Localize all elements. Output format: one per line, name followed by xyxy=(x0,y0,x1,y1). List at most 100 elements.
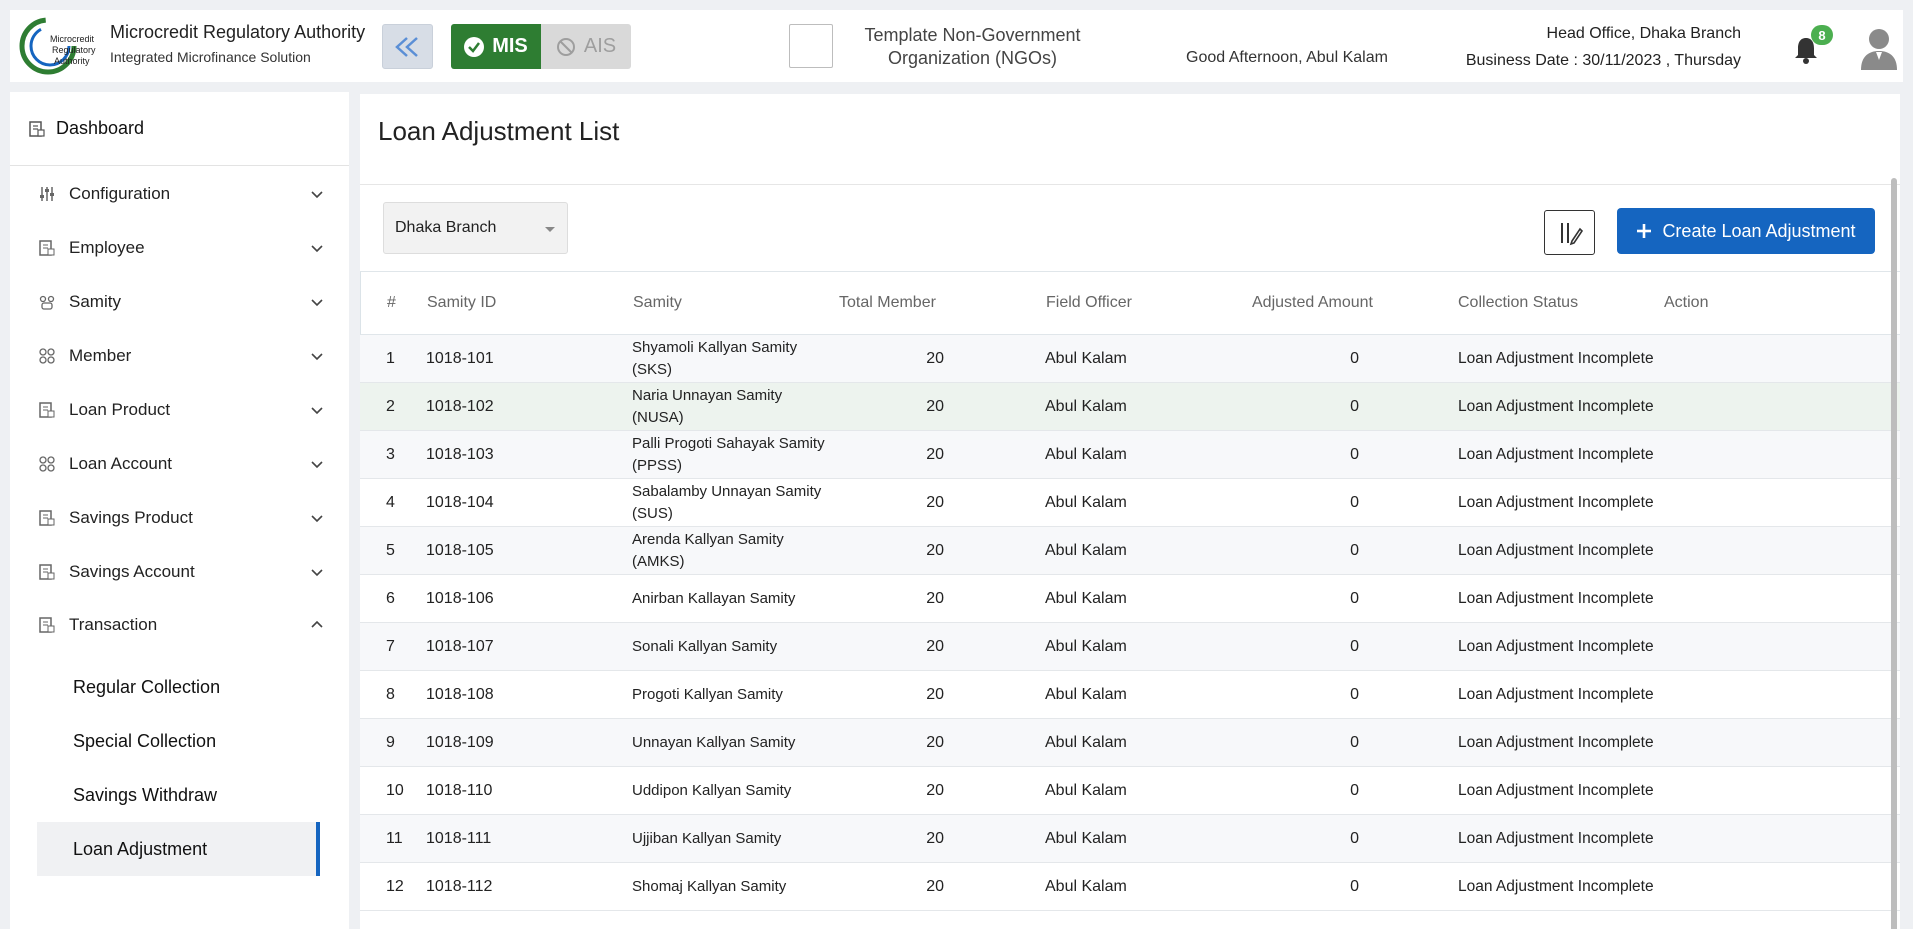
table-row[interactable]: 10 1018-110 Uddipon Kallyan Samity 20 Abul K… xyxy=(360,767,1900,815)
total-member-cell: 20 xyxy=(926,494,944,511)
sidebar-item-employee[interactable]: Employee xyxy=(10,221,349,275)
adjusted-amount-cell: 0 xyxy=(1350,878,1359,895)
total-member-cell: 20 xyxy=(926,398,944,415)
sidebar-item-configuration[interactable]: Configuration xyxy=(10,167,349,221)
action-cell[interactable] xyxy=(1668,815,1768,863)
table-row[interactable]: 12 1018-112 Shomaj Kallyan Samity 20 Abul Ka… xyxy=(360,863,1900,911)
col-collection-status[interactable]: Collection Status xyxy=(1458,272,1578,334)
table-row[interactable]: 7 1018-107 Sonali Kallyan Samity 20 Abul Kal… xyxy=(360,623,1900,671)
sidebar-item-dashboard[interactable]: Dashboard xyxy=(10,92,349,166)
field-officer-cell: Abul Kalam xyxy=(1045,350,1127,367)
brand-subtitle: Integrated Microfinance Solution xyxy=(110,49,311,65)
table-body: 1 1018-101 Shyamoli Kallyan Samity (SKS) 20… xyxy=(360,335,1900,911)
action-cell[interactable] xyxy=(1668,431,1768,479)
collapse-sidebar-button[interactable] xyxy=(382,24,433,69)
doc-icon xyxy=(37,562,57,582)
table-row[interactable]: 1 1018-101 Shyamoli Kallyan Samity (SKS) 20… xyxy=(360,335,1900,383)
table-row[interactable]: 3 1018-103 Palli Progoti Sahayak Samity (P… xyxy=(360,431,1900,479)
col-field-officer[interactable]: Field Officer xyxy=(1046,272,1132,334)
collection-status-cell: Loan Adjustment Incomplete xyxy=(1458,782,1654,799)
action-cell[interactable] xyxy=(1668,623,1768,671)
sidebar-item-member[interactable]: Member xyxy=(10,329,349,383)
samity-name-cell: Naria Unnayan Samity (NUSA) xyxy=(632,387,783,426)
action-cell[interactable] xyxy=(1668,719,1768,767)
adjusted-amount-cell: 0 xyxy=(1350,782,1359,799)
samity-name-cell: Shyamoli Kallyan Samity (SKS) xyxy=(632,339,798,378)
adjusted-amount-cell: 0 xyxy=(1350,590,1359,607)
samity-id-cell: 1018-101 xyxy=(426,350,494,367)
caret-down-icon xyxy=(545,227,555,232)
column-settings-button[interactable] xyxy=(1544,210,1595,255)
row-index: 10 xyxy=(386,782,404,799)
doc-icon xyxy=(37,238,57,258)
page-scrollbar[interactable] xyxy=(1891,178,1897,929)
submenu-savings-withdraw[interactable]: Savings Withdraw xyxy=(37,768,320,822)
action-cell[interactable] xyxy=(1668,671,1768,719)
action-cell[interactable] xyxy=(1668,575,1768,623)
mis-label: MIS xyxy=(492,35,528,57)
sidebar-item-loan-product[interactable]: Loan Product xyxy=(10,383,349,437)
submenu-loan-adjustment[interactable]: Loan Adjustment xyxy=(37,822,320,876)
field-officer-cell: Abul Kalam xyxy=(1045,878,1127,895)
notification-badge: 8 xyxy=(1811,25,1833,45)
table-row[interactable]: 5 1018-105 Arenda Kallyan Samity (AMKS) 20 A… xyxy=(360,527,1900,575)
chevron-down-icon xyxy=(311,353,323,361)
total-member-cell: 20 xyxy=(926,830,944,847)
table-row[interactable]: 8 1018-108 Progoti Kallyan Samity 20 Abul Ka… xyxy=(360,671,1900,719)
create-loan-adjustment-button[interactable]: Create Loan Adjustment xyxy=(1617,208,1875,254)
samity-name-cell: Uddipon Kallyan Samity xyxy=(632,782,792,799)
app-header: Microcredit Regulatory Authority Microcr… xyxy=(10,10,1903,82)
table-row[interactable]: 11 1018-111 Ujjiban Kallyan Samity 20 Abul K… xyxy=(360,815,1900,863)
action-cell[interactable] xyxy=(1668,383,1768,431)
action-cell[interactable] xyxy=(1668,767,1768,815)
adjusted-amount-cell: 0 xyxy=(1350,350,1359,367)
sidebar-item-savings-account[interactable]: Savings Account xyxy=(10,545,349,599)
col-total-member[interactable]: Total Member xyxy=(839,272,936,334)
samity-name-cell: Unnayan Kallyan Samity xyxy=(632,734,796,751)
action-cell[interactable] xyxy=(1668,527,1768,575)
field-officer-cell: Abul Kalam xyxy=(1045,590,1127,607)
double-chevron-left-icon xyxy=(394,36,418,57)
col-samity[interactable]: Samity xyxy=(633,272,682,334)
branch-select[interactable]: Dhaka Branch xyxy=(383,202,568,254)
svg-text:Microcredit: Microcredit xyxy=(50,34,95,44)
samity-id-cell: 1018-104 xyxy=(426,494,494,511)
svg-text:Authority: Authority xyxy=(54,56,90,66)
total-member-cell: 20 xyxy=(926,686,944,703)
col-samity-id[interactable]: Samity ID xyxy=(427,272,496,334)
samity-id-cell: 1018-103 xyxy=(426,446,494,463)
collection-status-cell: Loan Adjustment Incomplete xyxy=(1458,830,1654,847)
main-content: Loan Adjustment List Dhaka Branch Create… xyxy=(360,94,1900,929)
sidebar-item-samity[interactable]: Samity xyxy=(10,275,349,329)
samity-id-cell: 1018-102 xyxy=(426,398,494,415)
doc-icon xyxy=(37,615,57,635)
action-cell[interactable] xyxy=(1668,479,1768,527)
total-member-cell: 20 xyxy=(926,590,944,607)
action-cell[interactable] xyxy=(1668,863,1768,911)
members-icon xyxy=(37,454,57,474)
mis-toggle[interactable]: MIS xyxy=(451,24,541,69)
col-adjusted-amount[interactable]: Adjusted Amount xyxy=(1252,272,1373,334)
samity-name-cell: Ujjiban Kallyan Samity xyxy=(632,830,782,847)
submenu-regular-collection[interactable]: Regular Collection xyxy=(37,660,320,714)
user-avatar[interactable] xyxy=(1859,26,1899,70)
table-row[interactable]: 6 1018-106 Anirban Kallayan Samity 20 Abul K… xyxy=(360,575,1900,623)
sidebar-item-transaction[interactable]: Transaction xyxy=(10,598,349,652)
total-member-cell: 20 xyxy=(926,782,944,799)
mra-logo[interactable]: Microcredit Regulatory Authority xyxy=(18,16,100,78)
action-cell[interactable] xyxy=(1668,335,1768,383)
table-row[interactable]: 2 1018-102 Naria Unnayan Samity (NUSA) 20 Ab… xyxy=(360,383,1900,431)
submenu-special-collection[interactable]: Special Collection xyxy=(37,714,320,768)
samity-name-cell: Progoti Kallyan Samity xyxy=(632,686,783,703)
samity-id-cell: 1018-107 xyxy=(426,638,494,655)
table-row[interactable]: 9 1018-109 Unnayan Kallyan Samity 20 Abul Ka… xyxy=(360,719,1900,767)
sidebar-item-savings-product[interactable]: Savings Product xyxy=(10,491,349,545)
ais-toggle[interactable]: AIS xyxy=(541,24,631,69)
sidebar-item-loan-account[interactable]: Loan Account xyxy=(10,437,349,491)
chevron-down-icon xyxy=(311,515,323,523)
table-row[interactable]: 4 1018-104 Sabalamby Unnayan Samity (SUS) 2… xyxy=(360,479,1900,527)
col-index[interactable]: # xyxy=(387,272,396,334)
adjusted-amount-cell: 0 xyxy=(1350,494,1359,511)
sidebar-item-label: Member xyxy=(69,346,132,365)
adjusted-amount-cell: 0 xyxy=(1350,542,1359,559)
